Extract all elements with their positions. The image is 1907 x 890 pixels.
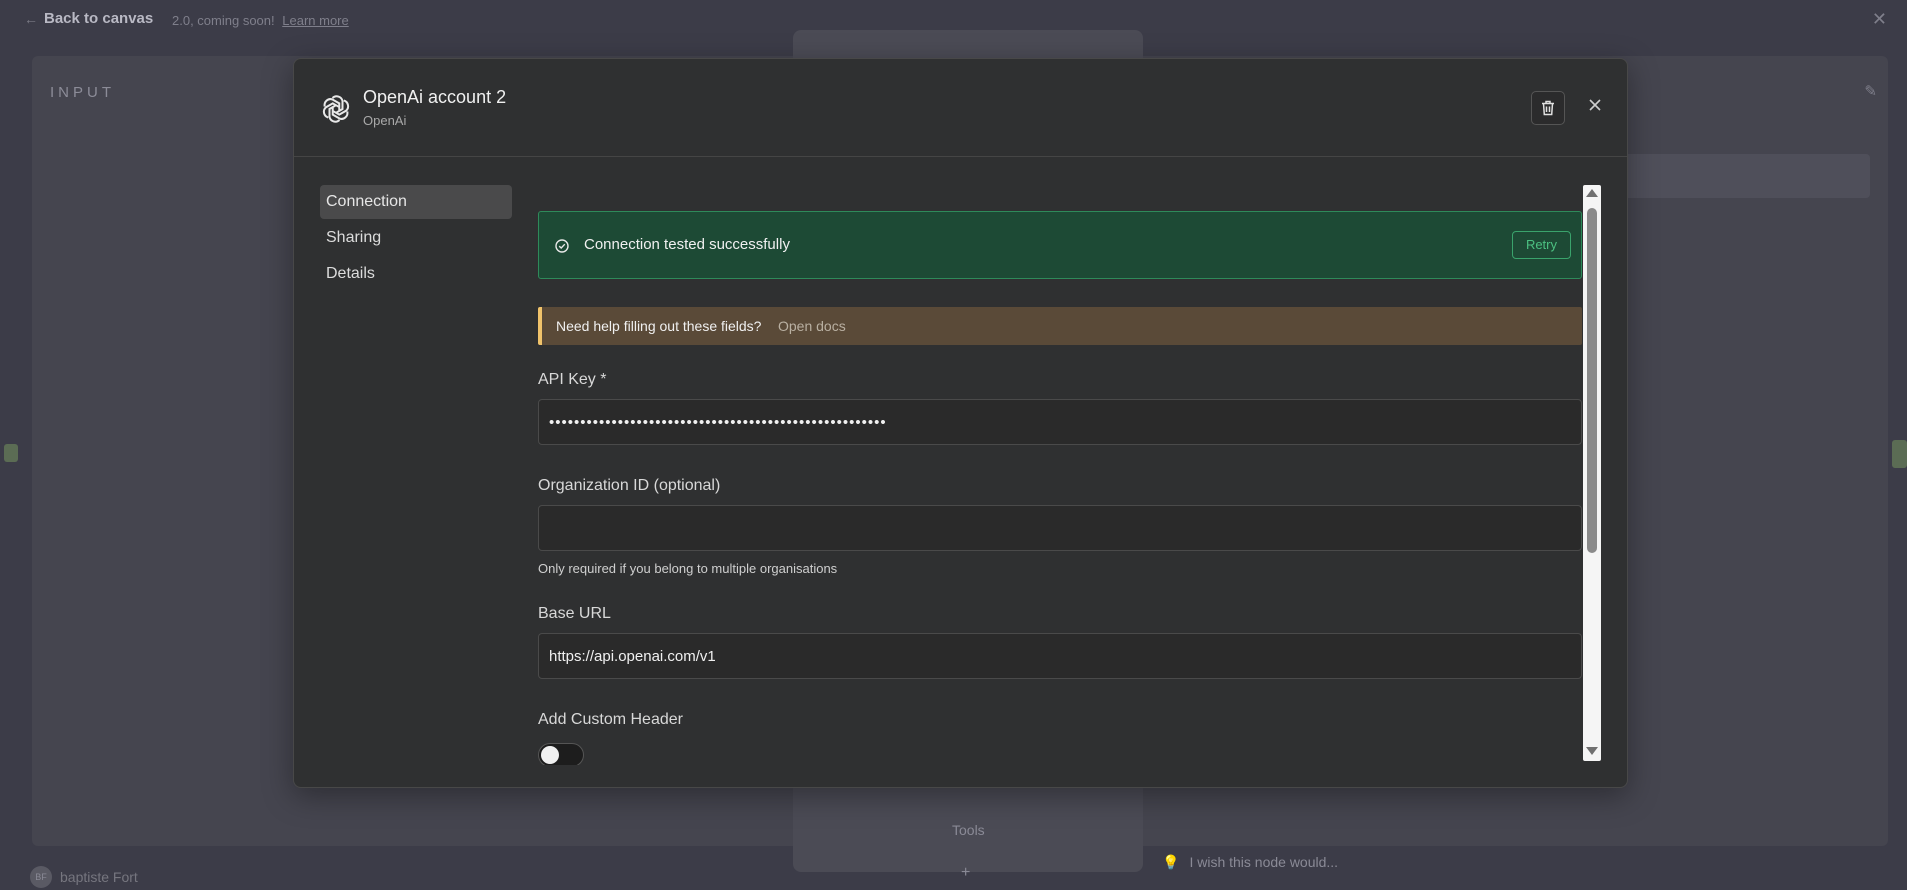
- feedback-prompt[interactable]: 💡 I wish this node would...: [1162, 854, 1338, 871]
- custom-header-label: Add Custom Header: [538, 711, 683, 728]
- user-menu[interactable]: BF baptiste Fort: [30, 866, 138, 888]
- success-message: Connection tested successfully: [584, 236, 790, 253]
- arrow-left-icon: ←: [24, 10, 38, 27]
- avatar: BF: [30, 866, 52, 888]
- api-key-label: API Key *: [538, 371, 607, 388]
- input-panel-label: INPUT: [50, 84, 115, 101]
- base-url-label: Base URL: [538, 605, 611, 622]
- nav-item-sharing[interactable]: Sharing: [320, 221, 512, 255]
- scroll-down-icon[interactable]: [1586, 747, 1598, 755]
- tools-label: Tools: [952, 822, 985, 838]
- back-to-canvas-button[interactable]: ← Back to canvas: [24, 10, 153, 27]
- nav-item-connection[interactable]: Connection: [320, 185, 512, 219]
- toggle-knob: [541, 746, 559, 764]
- modal-subtitle: OpenAi: [363, 113, 407, 128]
- add-tool-button[interactable]: +: [961, 864, 970, 882]
- back-to-canvas-label: Back to canvas: [44, 10, 154, 27]
- pencil-icon[interactable]: ✎: [1864, 82, 1877, 100]
- custom-header-toggle[interactable]: [538, 743, 584, 765]
- organization-id-hint: Only required if you belong to multiple …: [538, 561, 838, 576]
- close-modal-button[interactable]: [1581, 91, 1609, 119]
- modal-title[interactable]: OpenAi account 2: [363, 87, 506, 108]
- right-node-handle: [1892, 440, 1907, 468]
- open-docs-link[interactable]: Open docs: [778, 318, 846, 334]
- form-scrollbar[interactable]: [1583, 185, 1601, 761]
- left-node-handle: [4, 444, 18, 462]
- connection-form: Connection tested successfully Retry Nee…: [538, 185, 1584, 765]
- close-icon: [1589, 99, 1601, 111]
- scroll-up-icon[interactable]: [1586, 189, 1598, 197]
- nav-item-details[interactable]: Details: [320, 257, 512, 291]
- scrollbar-thumb[interactable]: [1587, 208, 1597, 553]
- openai-logo-icon: [322, 95, 350, 123]
- lightbulb-icon: 💡: [1162, 854, 1180, 870]
- delete-credential-button[interactable]: [1531, 91, 1565, 125]
- close-icon[interactable]: ✕: [1872, 9, 1887, 30]
- help-banner: Need help filling out these fields? Open…: [538, 307, 1582, 345]
- learn-more-link[interactable]: Learn more: [282, 13, 348, 28]
- organization-id-input[interactable]: [538, 505, 1582, 551]
- retry-button[interactable]: Retry: [1511, 231, 1571, 259]
- connection-success-banner: Connection tested successfully Retry: [538, 211, 1582, 279]
- credential-side-nav: Connection Sharing Details: [320, 185, 512, 293]
- credential-modal: OpenAi account 2 OpenAi Connection Shari…: [293, 58, 1628, 788]
- base-url-input[interactable]: [538, 633, 1582, 679]
- help-text: Need help filling out these fields?: [556, 318, 762, 334]
- modal-header: OpenAi account 2 OpenAi: [294, 59, 1627, 157]
- output-panel-bar: [1620, 154, 1870, 198]
- trash-icon: [1542, 100, 1554, 116]
- version-notice: 2.0, coming soon! Learn more: [172, 13, 349, 28]
- check-circle-icon: [555, 239, 569, 253]
- user-name: baptiste Fort: [60, 869, 138, 885]
- organization-id-label: Organization ID (optional): [538, 477, 721, 494]
- api-key-input[interactable]: [538, 399, 1582, 445]
